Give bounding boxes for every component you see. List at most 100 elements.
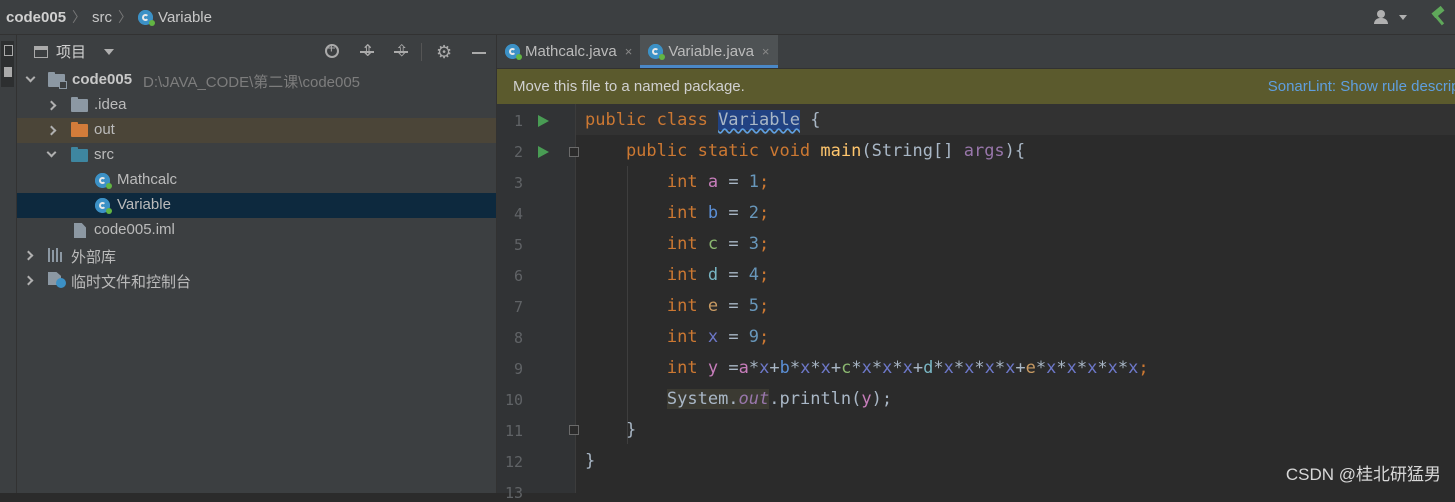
chevron-right-icon[interactable]	[23, 250, 34, 261]
tree-root-label: code005	[72, 71, 133, 88]
code-token: .println(	[769, 389, 862, 409]
number-literal: 3	[748, 234, 760, 254]
tree-item-external-libraries[interactable]: 外部库	[17, 243, 496, 268]
expression: =a*x+b*x*x+c*x*x*x+d*x*x*x*x+e*x*x*x*x*x…	[728, 358, 1149, 378]
breadcrumb-separator: 〉	[118, 9, 133, 25]
editor-notification-banner: Move this file to a named package. Sonar…	[497, 69, 1455, 104]
build-hammer-icon[interactable]	[1429, 8, 1447, 26]
code-token: ;	[759, 327, 770, 347]
number-literal: 2	[748, 203, 760, 223]
editor-tab-bar: Mathcalc.java × Variable.java ×	[497, 35, 1455, 69]
code-keyword: int	[585, 296, 708, 316]
tree-item-out[interactable]: out	[17, 118, 496, 143]
project-panel-title[interactable]: 项目	[56, 41, 86, 62]
line-number: 1	[513, 112, 523, 130]
excluded-folder-icon	[71, 122, 88, 137]
tree-item-mathcalc[interactable]: Mathcalc	[17, 168, 496, 193]
code-token: ;	[759, 234, 770, 254]
code-token: ;	[759, 296, 770, 316]
code-line-2[interactable]: public static void main(String[] args){	[585, 141, 1025, 161]
param-name: args	[963, 141, 1005, 161]
collapse-all-icon[interactable]	[392, 41, 410, 61]
project-tool-tab[interactable]	[1, 41, 14, 87]
code-line-3[interactable]: int a = 1;	[585, 172, 769, 192]
gear-icon[interactable]: ⚙	[436, 43, 454, 61]
line-number: 8	[513, 329, 523, 347]
variable-name: b	[707, 203, 719, 223]
java-class-icon	[505, 44, 522, 60]
chevron-down-icon[interactable]	[25, 72, 36, 83]
code-line-5[interactable]: int c = 3;	[585, 234, 769, 254]
java-class-icon	[648, 44, 666, 60]
variable-name: x	[707, 327, 719, 347]
code-keyword: int	[585, 265, 708, 285]
line-number: 12	[504, 453, 523, 471]
expand-all-icon[interactable]	[358, 41, 376, 61]
user-icon[interactable]	[1373, 10, 1393, 24]
module-file-icon	[74, 223, 86, 238]
tree-item-idea[interactable]: .idea	[17, 93, 496, 118]
chevron-right-icon[interactable]	[46, 100, 57, 111]
code-token: =	[718, 296, 749, 316]
breadcrumb-file[interactable]: Variable	[158, 9, 212, 26]
editor-area: Mathcalc.java × Variable.java × Move thi…	[497, 35, 1455, 502]
chevron-down-icon[interactable]	[104, 48, 115, 55]
tree-item-label: src	[94, 146, 114, 163]
tab-variable[interactable]: Variable.java ×	[640, 35, 778, 68]
tree-item-label: code005.iml	[94, 221, 175, 238]
tab-mathcalc[interactable]: Mathcalc.java ×	[497, 35, 640, 68]
tree-item-root[interactable]: code005 D:\JAVA_CODE\第二课\code005	[17, 68, 496, 93]
fold-marker-icon[interactable]	[569, 147, 579, 157]
code-token: =	[718, 172, 749, 192]
sonarlint-rule-link[interactable]: SonarLint: Show rule descripti	[1268, 78, 1455, 95]
code-line-9[interactable]: int y =a*x+b*x*x+c*x*x*x+d*x*x*x*x+e*x*x…	[585, 358, 1149, 378]
line-number: 9	[513, 360, 523, 378]
close-icon[interactable]: ×	[625, 44, 633, 59]
code-token: ){	[1004, 141, 1026, 161]
run-gutter-icon[interactable]	[538, 115, 549, 127]
breadcrumb-folder[interactable]: src	[92, 9, 112, 26]
code-line-8[interactable]: int x = 9;	[585, 327, 769, 347]
code-token: (String[]	[861, 141, 964, 161]
code-line-10[interactable]: System.out.println(y);	[585, 389, 892, 409]
chevron-right-icon[interactable]	[23, 275, 34, 286]
code-line-1[interactable]: public class Variable {	[585, 110, 820, 130]
code-keyword: int	[585, 327, 708, 347]
fold-marker-icon[interactable]	[569, 425, 579, 435]
project-panel-toolbar: 项目 ⚙	[17, 35, 496, 68]
chevron-down-icon[interactable]	[1399, 14, 1407, 20]
close-icon[interactable]: ×	[762, 44, 770, 59]
code-line-6[interactable]: int d = 4;	[585, 265, 769, 285]
tree-item-scratches[interactable]: 临时文件和控制台	[17, 268, 496, 293]
variable-name: a	[707, 172, 719, 192]
tree-item-iml[interactable]: code005.iml	[17, 218, 496, 243]
number-literal: 9	[748, 327, 760, 347]
tree-item-label: Variable	[117, 196, 171, 213]
code-token: ;	[759, 203, 770, 223]
code-token: ;	[759, 265, 770, 285]
tree-item-src[interactable]: src	[17, 143, 496, 168]
tree-item-variable[interactable]: Variable	[17, 193, 496, 218]
chevron-right-icon[interactable]	[46, 125, 57, 136]
run-gutter-icon[interactable]	[538, 146, 549, 158]
code-line-12[interactable]: }	[585, 451, 595, 471]
tree-root-path: D:\JAVA_CODE\第二课\code005	[143, 74, 361, 91]
code-token: =	[718, 327, 749, 347]
locate-target-icon[interactable]	[324, 40, 342, 61]
code-keyword: public static void	[585, 141, 821, 161]
code-line-7[interactable]: int e = 5;	[585, 296, 769, 316]
code-line-4[interactable]: int b = 2;	[585, 203, 769, 223]
chevron-down-icon[interactable]	[46, 147, 57, 158]
line-number: 11	[504, 422, 523, 440]
variable-name: e	[707, 296, 719, 316]
line-number: 2	[513, 143, 523, 161]
code-line-11[interactable]: }	[585, 420, 636, 440]
variable-name: y	[861, 389, 872, 409]
hide-panel-icon[interactable]	[471, 43, 489, 61]
static-field: out	[738, 389, 770, 409]
line-number: 5	[513, 236, 523, 254]
java-class-icon	[138, 9, 156, 26]
project-panel: 项目 ⚙ code005 D:\JAVA_CODE\第二课\code005 .i…	[17, 35, 497, 493]
tab-label: Mathcalc.java	[525, 43, 617, 60]
breadcrumb-project[interactable]: code005	[6, 9, 66, 26]
